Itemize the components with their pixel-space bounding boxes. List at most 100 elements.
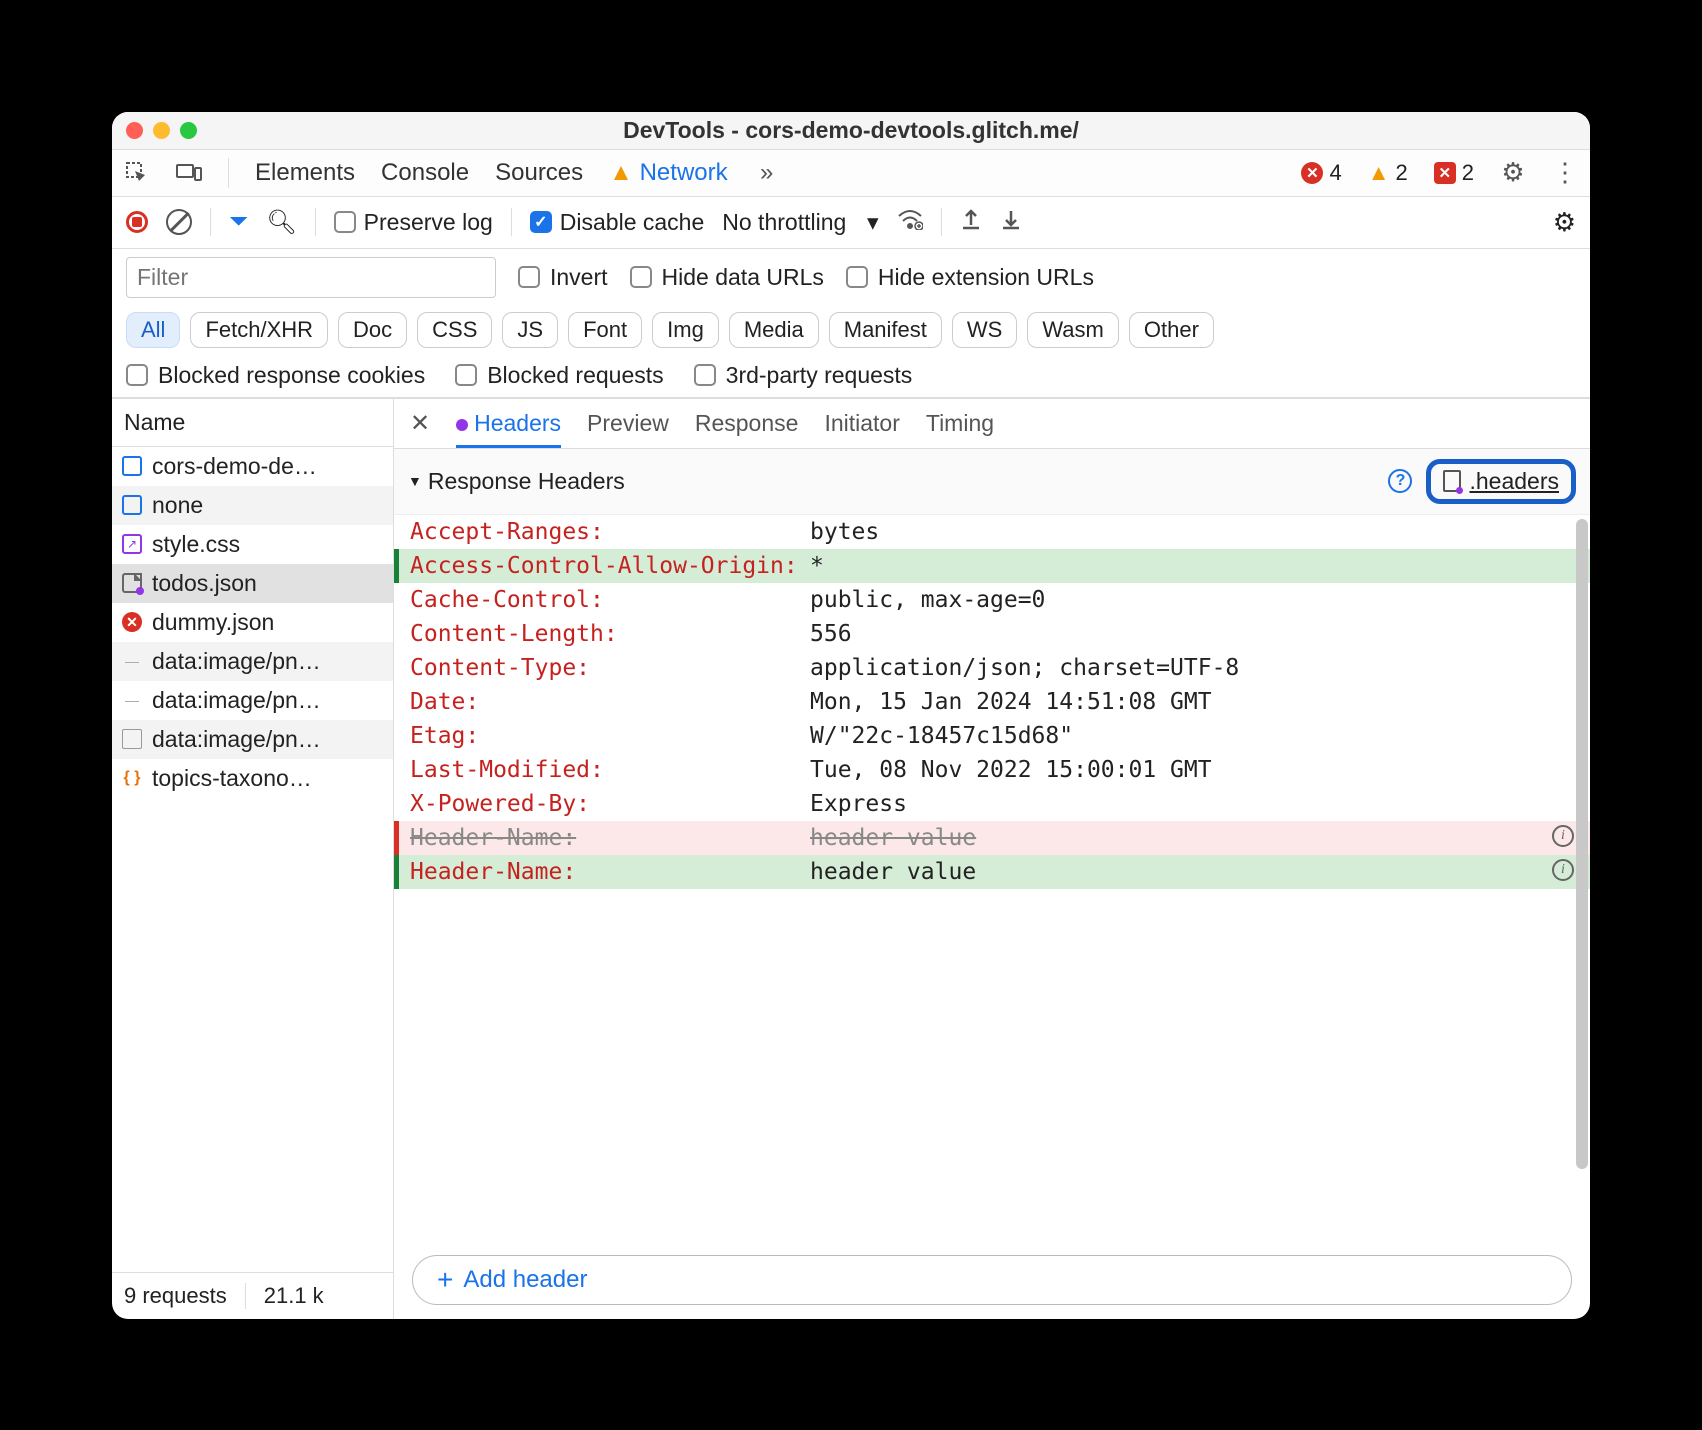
header-row: Content-Type:application/json; charset=U… <box>394 651 1590 685</box>
fullscreen-icon[interactable] <box>180 122 197 139</box>
blocked-bar: Blocked response cookies Blocked request… <box>112 354 1590 398</box>
panel-settings-icon[interactable]: ⚙ <box>1553 207 1576 238</box>
info-icon[interactable]: i <box>1552 859 1574 881</box>
download-icon[interactable] <box>1000 207 1022 237</box>
br-icon: { } <box>122 768 142 788</box>
request-row[interactable]: none <box>112 486 393 525</box>
main-tabbar: Elements Console Sources ▲ Network » ✕4 … <box>112 150 1590 197</box>
settings-icon[interactable]: ⚙ <box>1500 160 1526 186</box>
filter-input[interactable] <box>126 257 496 298</box>
name-column-header[interactable]: Name <box>112 399 393 447</box>
request-row[interactable]: —data:image/pn… <box>112 642 393 681</box>
request-row[interactable]: ✕dummy.json <box>112 603 393 642</box>
request-row[interactable]: todos.json <box>112 564 393 603</box>
request-row[interactable]: data:image/pn… <box>112 720 393 759</box>
chip-doc[interactable]: Doc <box>338 312 407 348</box>
header-row: Last-Modified:Tue, 08 Nov 2022 15:00:01 … <box>394 753 1590 787</box>
kebab-icon[interactable]: ⋮ <box>1552 160 1578 186</box>
transfer-size: 21.1 k <box>264 1283 324 1309</box>
clear-button[interactable] <box>166 209 192 235</box>
chip-manifest[interactable]: Manifest <box>829 312 942 348</box>
request-row[interactable]: { } topics-taxono… <box>112 759 393 798</box>
tab-network[interactable]: ▲ Network <box>609 159 727 187</box>
tab-preview[interactable]: Preview <box>587 410 669 437</box>
chip-fetchxhr[interactable]: Fetch/XHR <box>190 312 328 348</box>
request-row[interactable]: style.css <box>112 525 393 564</box>
blocked-response-cookies-checkbox[interactable]: Blocked response cookies <box>126 362 425 389</box>
tab-headers[interactable]: Headers <box>456 410 561 448</box>
chip-font[interactable]: Font <box>568 312 642 348</box>
window-title: DevTools - cors-demo-devtools.glitch.me/ <box>623 117 1079 144</box>
error-badge[interactable]: ✕4 <box>1301 160 1341 186</box>
headers-file-link[interactable]: .headers <box>1426 459 1576 504</box>
header-value: 556 <box>810 621 852 647</box>
doc-icon <box>122 456 142 476</box>
status-bar: 9 requests 21.1 k <box>112 1272 393 1319</box>
header-row: Date:Mon, 15 Jan 2024 14:51:08 GMT <box>394 685 1590 719</box>
header-row: Header-Name:header valuei <box>394 821 1590 855</box>
disable-cache-checkbox[interactable]: ✓Disable cache <box>530 209 704 236</box>
err-icon: ✕ <box>122 612 142 632</box>
tab-initiator[interactable]: Initiator <box>824 410 899 437</box>
chip-all[interactable]: All <box>126 312 180 348</box>
3rd-party-requests-checkbox[interactable]: 3rd-party requests <box>694 362 913 389</box>
minimize-icon[interactable] <box>153 122 170 139</box>
headers-list: Accept-Ranges:bytesAccess-Control-Allow-… <box>394 515 1590 1241</box>
header-name: Content-Type: <box>410 655 810 681</box>
upload-icon[interactable] <box>960 207 982 237</box>
wifi-icon[interactable] <box>897 208 923 236</box>
record-button[interactable] <box>126 211 148 233</box>
tab-response[interactable]: Response <box>695 410 799 437</box>
chip-js[interactable]: JS <box>502 312 558 348</box>
chip-img[interactable]: Img <box>652 312 719 348</box>
tab-console[interactable]: Console <box>381 159 469 187</box>
filter-icon[interactable]: ⏷ <box>229 208 248 236</box>
tab-elements[interactable]: Elements <box>255 159 355 187</box>
tab-timing[interactable]: Timing <box>926 410 994 437</box>
add-header-button[interactable]: + Add header <box>412 1255 1572 1305</box>
chip-other[interactable]: Other <box>1129 312 1214 348</box>
close-icon[interactable] <box>126 122 143 139</box>
request-name: style.css <box>152 531 240 558</box>
invert-checkbox[interactable]: Invert <box>518 264 608 291</box>
collapse-icon: ▼ <box>408 473 422 489</box>
section-title: Response Headers <box>428 468 625 495</box>
tab-sources[interactable]: Sources <box>495 159 583 187</box>
type-chipbar: All Fetch/XHR Doc CSS JS Font Img Media Manifest… <box>112 306 1590 354</box>
more-tabs-icon[interactable]: » <box>754 160 780 186</box>
header-value: public, max-age=0 <box>810 587 1045 613</box>
response-headers-section[interactable]: ▼ Response Headers ? .headers <box>394 449 1590 515</box>
data-icon: — <box>122 690 142 710</box>
blocked-requests-checkbox[interactable]: Blocked requests <box>455 362 663 389</box>
device-icon[interactable] <box>176 160 202 186</box>
blocked-badge[interactable]: ✕2 <box>1434 160 1474 186</box>
inspect-icon[interactable] <box>124 160 150 186</box>
error-icon: ✕ <box>1301 162 1323 184</box>
chip-ws[interactable]: WS <box>952 312 1017 348</box>
request-row[interactable]: cors-demo-de… <box>112 447 393 486</box>
preserve-log-checkbox[interactable]: Preserve log <box>334 209 493 236</box>
chip-wasm[interactable]: Wasm <box>1027 312 1119 348</box>
header-value: header value <box>810 825 976 851</box>
hide-extension-urls-checkbox[interactable]: Hide extension URLs <box>846 264 1094 291</box>
sm-icon <box>122 729 142 749</box>
scrollbar[interactable] <box>1576 519 1588 1169</box>
request-row[interactable]: —data:image/pn… <box>112 681 393 720</box>
header-row: Content-Length:556 <box>394 617 1590 651</box>
request-name: topics-taxono… <box>152 765 312 792</box>
info-icon[interactable]: i <box>1552 825 1574 847</box>
hide-data-urls-checkbox[interactable]: Hide data URLs <box>630 264 824 291</box>
throttling-select[interactable]: No throttling ▾ <box>722 209 878 236</box>
request-name: none <box>152 492 203 519</box>
warning-icon: ▲ <box>609 159 633 186</box>
header-value: Express <box>810 791 907 817</box>
chip-media[interactable]: Media <box>729 312 819 348</box>
chip-css[interactable]: CSS <box>417 312 492 348</box>
header-name: Etag: <box>410 723 810 749</box>
request-list: cors-demo-de… none style.css todos.json✕dum… <box>112 447 393 1272</box>
close-detail-button[interactable]: ✕ <box>410 409 430 438</box>
data-icon: — <box>122 651 142 671</box>
help-icon[interactable]: ? <box>1388 469 1412 493</box>
search-icon[interactable]: 🔍︎ <box>266 208 296 237</box>
warning-badge[interactable]: ▲2 <box>1368 160 1408 186</box>
